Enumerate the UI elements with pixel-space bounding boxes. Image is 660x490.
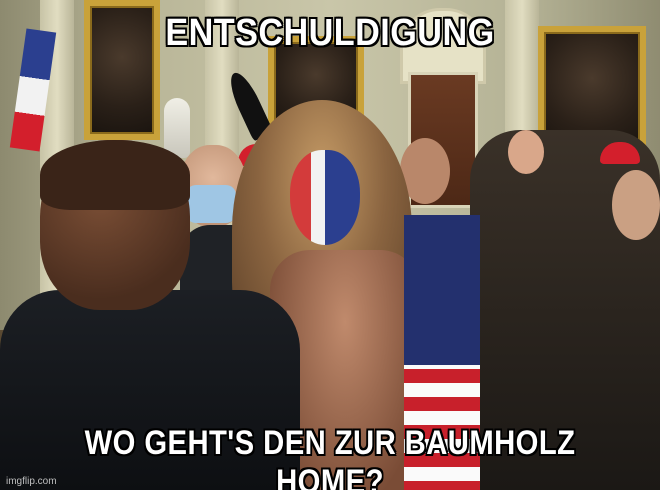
painted-face bbox=[290, 150, 360, 245]
crowd-head bbox=[508, 130, 544, 174]
meme-image: ENTSCHULDIGUNG WO GEHT'S DEN ZUR BAUMHOL… bbox=[0, 0, 660, 490]
officer-hair bbox=[40, 140, 190, 210]
watermark: imgflip.com bbox=[6, 476, 57, 487]
crowd-head bbox=[612, 170, 660, 240]
us-flag-canton bbox=[404, 215, 480, 365]
bottom-caption: WO GEHT'S DEN ZUR BAUMHOLZ HOME? bbox=[84, 424, 576, 490]
marble-bust bbox=[164, 98, 190, 158]
top-caption: ENTSCHULDIGUNG bbox=[165, 12, 495, 54]
face-mask bbox=[186, 185, 236, 223]
